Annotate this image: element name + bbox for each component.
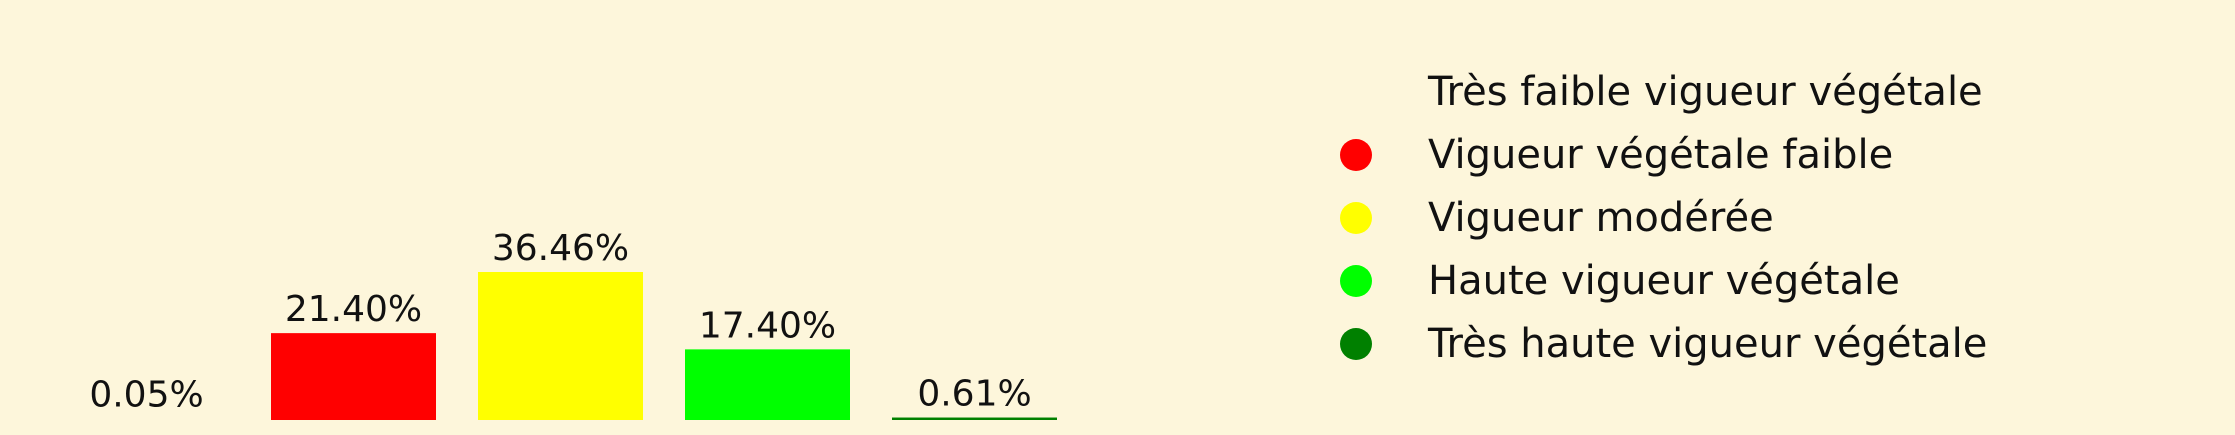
legend-marker <box>1340 75 1372 108</box>
bar <box>478 272 643 420</box>
legend-item: Très haute vigueur végétale <box>1340 312 1987 375</box>
legend-label: Très faible vigueur végétale <box>1428 68 1983 115</box>
bar-value-label: 0.05% <box>89 375 203 416</box>
bar-value-label: 17.40% <box>699 305 836 346</box>
legend-marker <box>1340 138 1372 171</box>
bar-chart: 0.05% 21.40% 36.46% 17.40% 0.61% <box>64 228 1057 420</box>
legend-item: Vigueur végétale faible <box>1340 123 1987 186</box>
legend-item: Très faible vigueur végétale <box>1340 60 1987 123</box>
legend-label: Vigueur modérée <box>1428 194 1774 241</box>
legend-marker <box>1340 327 1372 360</box>
legend-item: Haute vigueur végétale <box>1340 249 1987 312</box>
bar-value-label: 21.40% <box>285 289 422 330</box>
legend-label: Très haute vigueur végétale <box>1428 320 1988 367</box>
bar <box>685 349 850 420</box>
legend-marker <box>1340 264 1372 297</box>
legend-label: Vigueur végétale faible <box>1428 131 1894 178</box>
legend-label: Haute vigueur végétale <box>1428 257 1900 304</box>
legend-marker <box>1340 201 1372 234</box>
bar-value-label: 0.61% <box>917 374 1031 415</box>
chart-legend: Très faible vigueur végétale Vigueur vég… <box>1340 60 1987 375</box>
bar-value-label: 36.46% <box>492 228 629 269</box>
bar <box>64 418 229 420</box>
bar <box>892 417 1057 420</box>
legend-item: Vigueur modérée <box>1340 186 1987 249</box>
bar <box>271 333 436 420</box>
